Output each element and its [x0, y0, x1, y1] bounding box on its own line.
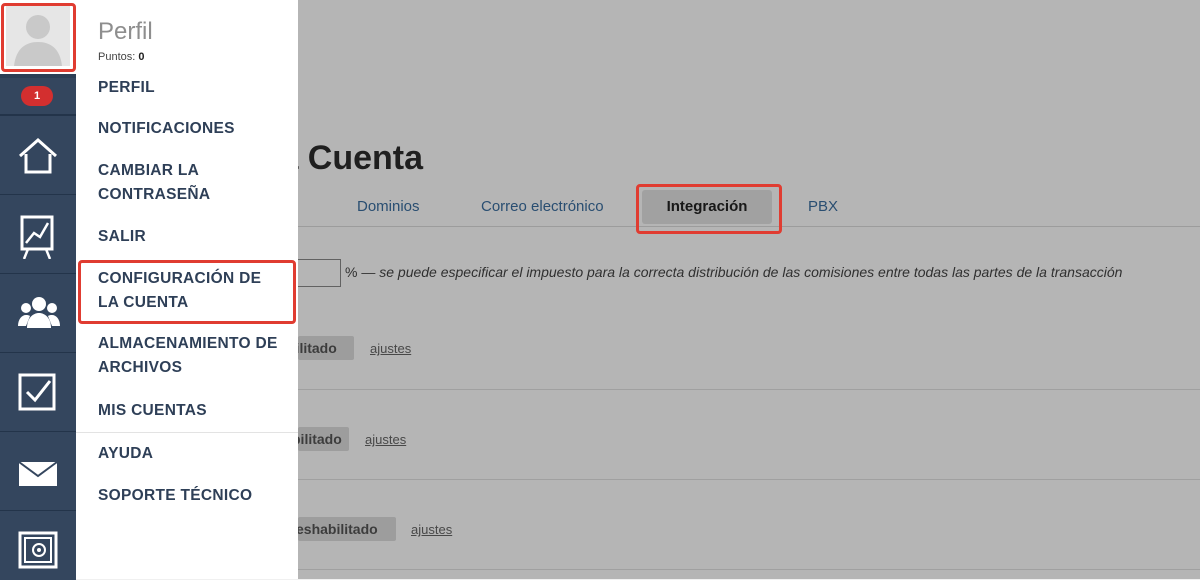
tax-hint-text: — se puede especificar el impuesto para …	[361, 264, 1123, 280]
row-divider	[298, 569, 1200, 570]
menu-item-soporte-tecnico[interactable]: SOPORTE TÉCNICO	[98, 484, 293, 508]
menu-item-almacenamiento-archivos[interactable]: ALMACENAMIENTO DE ARCHIVOS	[98, 332, 293, 380]
users-icon	[18, 297, 60, 328]
safe-icon	[18, 531, 58, 569]
settings-link[interactable]: ajustes	[370, 341, 411, 356]
menu-item-ayuda[interactable]: AYUDA	[98, 442, 293, 466]
tax-unit: %	[345, 264, 358, 280]
tax-percent-input[interactable]	[298, 259, 341, 287]
row-divider	[298, 389, 1200, 390]
sidebar-item-mail[interactable]	[0, 431, 76, 510]
sidebar-item-contacts[interactable]	[0, 273, 76, 352]
tab-dominios[interactable]: Dominios	[357, 198, 420, 215]
sidebar-item-home[interactable]	[0, 115, 76, 194]
menu-item-salir[interactable]: SALIR	[98, 225, 293, 249]
status-badge: bilitado	[292, 427, 349, 451]
menu-highlight-frame	[78, 260, 296, 324]
menu-item-notificaciones[interactable]: NOTIFICACIONES	[98, 117, 293, 141]
notification-badge[interactable]: 1	[21, 86, 53, 106]
home-icon	[19, 137, 57, 174]
mail-icon	[18, 461, 58, 486]
main-content	[298, 0, 1200, 579]
status-badge: eshabilitado	[296, 517, 396, 541]
sidebar-item-reports[interactable]	[0, 194, 76, 273]
status-badge: bilitado	[287, 336, 354, 360]
sidebar-item-storage[interactable]	[0, 510, 76, 580]
checkbox-icon	[18, 373, 56, 411]
points-label: Puntos: 0	[98, 51, 145, 63]
menu-item-perfil[interactable]: PERFIL	[98, 76, 293, 100]
profile-title: Perfil	[98, 18, 153, 45]
chart-icon	[20, 215, 54, 259]
tab-correo-electronico[interactable]: Correo electrónico	[481, 198, 604, 215]
menu-item-cambiar-contrasena[interactable]: CAMBIAR LA CONTRASEÑA	[98, 159, 248, 207]
row-divider	[298, 479, 1200, 480]
settings-link[interactable]: ajustes	[365, 432, 406, 447]
tab-pbx[interactable]: PBX	[808, 198, 838, 215]
menu-divider	[76, 432, 298, 433]
sidebar-item-tasks[interactable]	[0, 352, 76, 431]
menu-item-mis-cuentas[interactable]: MIS CUENTAS	[98, 399, 293, 423]
tax-hint: % — se puede especificar el impuesto par…	[345, 264, 1122, 280]
tab-highlight-frame	[636, 184, 782, 234]
avatar-highlight-frame	[1, 3, 76, 72]
settings-link[interactable]: ajustes	[411, 522, 452, 537]
points-value: 0	[138, 51, 145, 63]
